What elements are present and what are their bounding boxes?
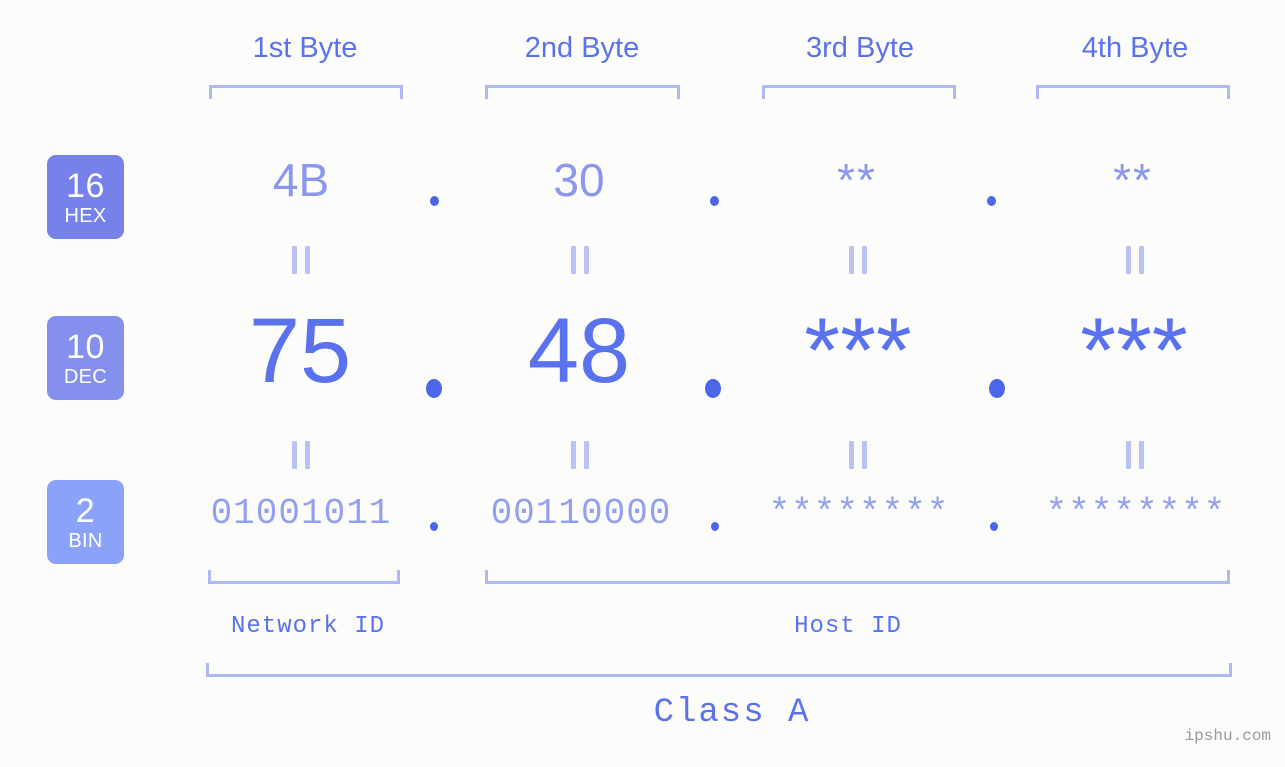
dec-byte-value-1: 75 xyxy=(248,300,352,402)
ip-byte-breakdown-diagram: 1st Byte 2nd Byte 3rd Byte 4th Byte 16 H… xyxy=(0,0,1285,767)
byte-bracket-top-3 xyxy=(762,85,956,99)
network-id-label: Network ID xyxy=(230,613,386,640)
hex-byte-value-4: ** xyxy=(1113,154,1153,206)
byte-bracket-top-1 xyxy=(209,85,403,99)
dec-byte-value-3: *** xyxy=(804,300,912,402)
equals-marker-dec-bin-2 xyxy=(571,441,589,469)
dec-dot-separator-2 xyxy=(705,379,721,398)
hex-byte-value-2: 30 xyxy=(553,154,605,206)
radix-badge-bin-number: 2 xyxy=(75,491,96,530)
radix-badge-hex: 16 HEX xyxy=(47,155,124,239)
byte-header-label-4: 4th Byte xyxy=(1081,32,1189,64)
byte-header-label-1: 1st Byte xyxy=(252,32,358,64)
equals-marker-hex-dec-4 xyxy=(1126,246,1144,274)
equals-marker-dec-bin-4 xyxy=(1126,441,1144,469)
hex-byte-value-1: 4B xyxy=(272,154,330,206)
hex-dot-separator-2 xyxy=(710,196,719,206)
byte-bracket-top-4 xyxy=(1036,85,1230,99)
host-id-bracket xyxy=(485,570,1230,584)
byte-header-label-3: 3rd Byte xyxy=(806,32,914,64)
class-bracket xyxy=(206,663,1232,677)
radix-badge-hex-number: 16 xyxy=(66,166,105,205)
bin-byte-value-3: ******** xyxy=(768,493,950,534)
hex-dot-separator-3 xyxy=(987,196,996,206)
radix-badge-dec: 10 DEC xyxy=(47,316,124,400)
equals-marker-hex-dec-2 xyxy=(571,246,589,274)
dec-dot-separator-3 xyxy=(989,379,1005,398)
byte-header-label-2: 2nd Byte xyxy=(524,32,640,64)
bin-dot-separator-1 xyxy=(430,522,438,531)
host-id-label: Host ID xyxy=(794,613,902,640)
bin-byte-value-1: 01001011 xyxy=(210,493,392,534)
network-id-bracket xyxy=(208,570,400,584)
radix-badge-bin: 2 BIN xyxy=(47,480,124,564)
dec-dot-separator-1 xyxy=(426,379,442,398)
equals-marker-hex-dec-1 xyxy=(292,246,310,274)
radix-badge-hex-name: HEX xyxy=(64,204,107,227)
bin-dot-separator-2 xyxy=(711,522,719,531)
radix-badge-dec-number: 10 xyxy=(66,327,105,366)
equals-marker-dec-bin-1 xyxy=(292,441,310,469)
radix-badge-bin-name: BIN xyxy=(68,529,103,552)
bin-dot-separator-3 xyxy=(990,522,998,531)
dec-byte-value-2: 48 xyxy=(527,300,631,402)
class-label: Class A xyxy=(653,694,811,732)
equals-marker-dec-bin-3 xyxy=(849,441,867,469)
byte-bracket-top-2 xyxy=(485,85,680,99)
equals-marker-hex-dec-3 xyxy=(849,246,867,274)
dec-byte-value-4: *** xyxy=(1080,300,1188,402)
hex-byte-value-3: ** xyxy=(837,154,877,206)
bin-byte-value-4: ******** xyxy=(1045,493,1227,534)
hex-dot-separator-1 xyxy=(430,196,439,206)
radix-badge-dec-name: DEC xyxy=(63,365,108,388)
bin-byte-value-2: 00110000 xyxy=(490,493,672,534)
watermark: ipshu.com xyxy=(1184,727,1271,745)
